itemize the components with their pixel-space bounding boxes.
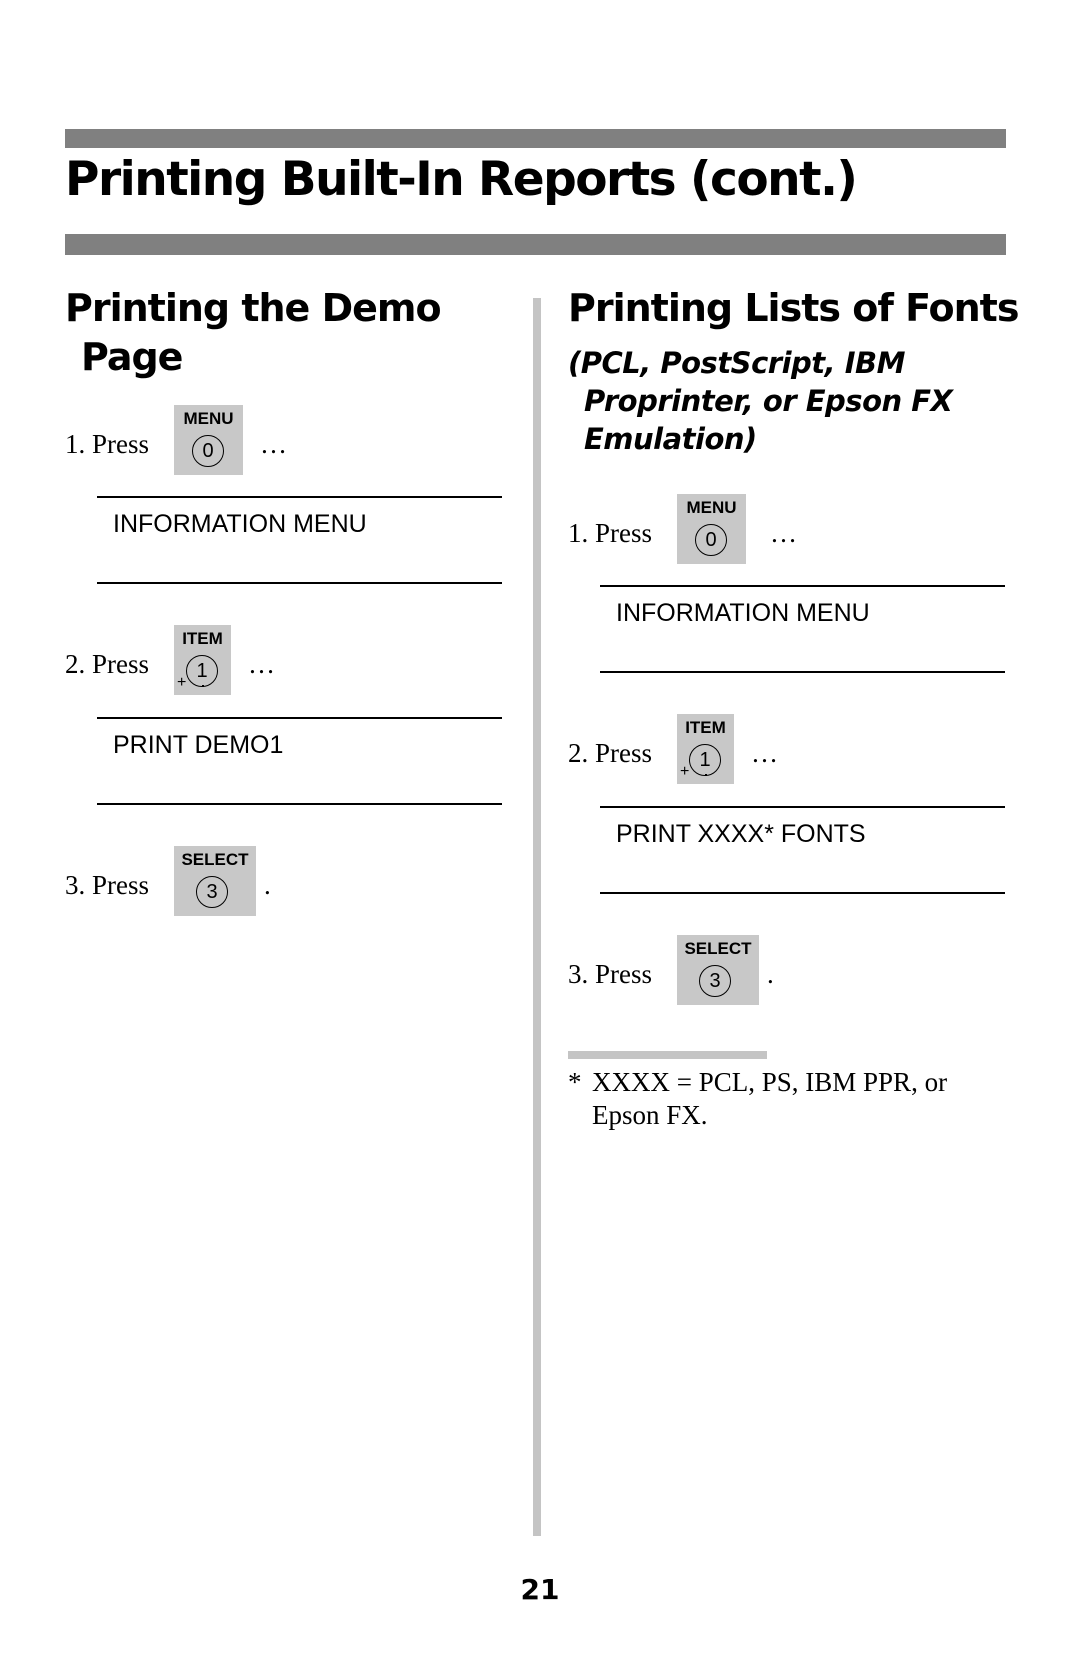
- step-label: 1. Press: [65, 429, 150, 459]
- key-name: SELECT: [181, 850, 249, 869]
- step-label: 2. Press: [568, 738, 653, 768]
- lcd-text: INFORMATION MENU: [113, 510, 367, 538]
- lcd-display: INFORMATION MENU: [97, 496, 502, 584]
- key-digit-icon: 3: [196, 876, 228, 908]
- ellipsis: …: [248, 649, 275, 679]
- lcd-text: INFORMATION MENU: [616, 599, 870, 627]
- step-label: 3. Press: [568, 959, 653, 989]
- key-digit-icon: 3: [699, 965, 731, 997]
- step-label: 2. Press: [65, 649, 150, 679]
- key-name: MENU: [686, 498, 737, 517]
- plus-icon: +: [177, 674, 187, 691]
- step-label: 1. Press: [568, 518, 653, 548]
- lcd-display: PRINT XXXX* FONTS: [600, 806, 1005, 894]
- menu-key-button[interactable]: MENU 0: [677, 494, 746, 564]
- heading-line: Printing the Demo: [65, 286, 442, 330]
- lcd-text: PRINT DEMO1: [113, 731, 284, 759]
- footnote-text: XXXX = PCL, PS, IBM PPR, or Epson FX.: [592, 1067, 948, 1130]
- select-key-button[interactable]: SELECT 3: [677, 935, 759, 1005]
- minus-icon: [705, 774, 707, 776]
- heading-line: Page: [81, 335, 183, 379]
- section-subheading: (PCL, PostScript, IBM Proprinter, or Eps…: [568, 344, 953, 458]
- page-title: Printing Built-In Reports (cont.): [65, 152, 858, 207]
- key-name: ITEM: [182, 629, 223, 648]
- item-key-button[interactable]: ITEM 1 +: [677, 714, 734, 784]
- page-number: 21: [520, 1573, 560, 1606]
- key-digit-icon: 0: [192, 435, 224, 467]
- ellipsis: …: [770, 518, 797, 548]
- top-rule: [65, 129, 1006, 148]
- minus-icon: [202, 685, 204, 687]
- menu-key-button[interactable]: MENU 0: [174, 405, 243, 475]
- period: .: [767, 959, 774, 989]
- key-digit-icon: 1: [689, 744, 721, 776]
- key-digit-icon: 1: [186, 655, 218, 687]
- subheading-line: Emulation): [584, 422, 757, 456]
- key-name: ITEM: [685, 718, 726, 737]
- plus-icon: +: [680, 763, 690, 780]
- lcd-text: PRINT XXXX* FONTS: [616, 820, 866, 848]
- period: .: [264, 870, 271, 900]
- item-key-button[interactable]: ITEM 1 +: [174, 625, 231, 695]
- key-name: MENU: [183, 409, 234, 428]
- footnote-rule: [568, 1051, 767, 1059]
- section-heading-demo-page: Printing the Demo Page: [65, 284, 442, 382]
- subheading-line: (PCL, PostScript, IBM: [568, 346, 906, 380]
- step-label: 3. Press: [65, 870, 150, 900]
- select-key-button[interactable]: SELECT 3: [174, 846, 256, 916]
- key-digit-icon: 0: [695, 524, 727, 556]
- key-name: SELECT: [684, 939, 752, 958]
- column-divider: [533, 298, 541, 1536]
- lcd-display: INFORMATION MENU: [600, 585, 1005, 673]
- section-heading-font-lists: Printing Lists of Fonts: [568, 286, 1019, 330]
- title-underline-rule: [65, 234, 1006, 255]
- lcd-display: PRINT DEMO1: [97, 717, 502, 805]
- subheading-line: Proprinter, or Epson FX: [584, 384, 953, 418]
- footnote-marker: *: [568, 1067, 582, 1097]
- ellipsis: …: [260, 429, 287, 459]
- ellipsis: …: [751, 738, 778, 768]
